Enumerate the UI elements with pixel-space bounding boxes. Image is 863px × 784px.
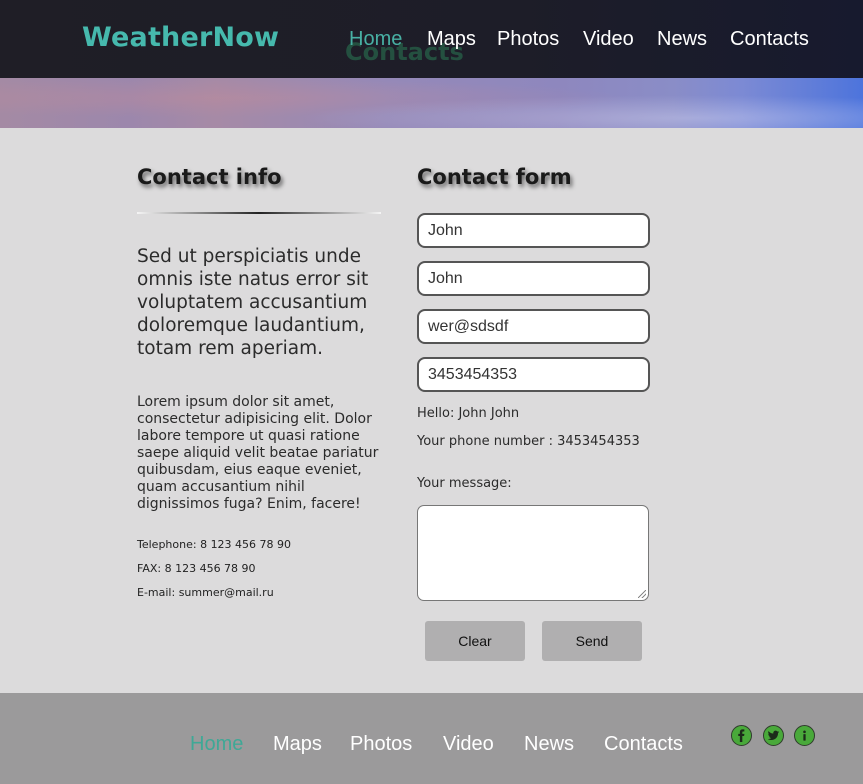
- telephone-text: Telephone: 8 123 456 78 90: [137, 538, 292, 551]
- site-footer: Home Maps Photos Video News Contacts: [0, 693, 863, 784]
- twitter-icon[interactable]: [763, 725, 784, 746]
- contact-form-heading: Contact form: [417, 165, 572, 189]
- resize-handle-icon[interactable]: [638, 590, 646, 598]
- facebook-icon[interactable]: [731, 725, 752, 746]
- clear-button[interactable]: Clear: [425, 621, 525, 661]
- footer-nav-photos[interactable]: Photos: [350, 733, 412, 756]
- heading-divider: [137, 212, 381, 214]
- contact-info-lead: Sed ut perspiciatis unde omnis iste natu…: [137, 246, 369, 359]
- site-header: Contacts WeatherNow Home Maps Photos Vid…: [0, 0, 863, 78]
- last-name-input[interactable]: John: [417, 261, 650, 296]
- main-nav: Home Maps Photos Video News Contacts: [0, 28, 863, 54]
- contact-info-body: Lorem ipsum dolor sit amet, consectetur …: [137, 394, 379, 512]
- email-text: E-mail: summer@mail.ru: [137, 586, 274, 599]
- nav-video[interactable]: Video: [583, 28, 634, 51]
- fax-text: FAX: 8 123 456 78 90: [137, 562, 256, 575]
- greeting-text: Hello: John John: [417, 406, 520, 421]
- phone-input[interactable]: 3453454353: [417, 357, 650, 392]
- nav-maps[interactable]: Maps: [427, 28, 476, 51]
- footer-nav-video[interactable]: Video: [443, 733, 494, 756]
- message-textarea[interactable]: [417, 505, 649, 601]
- nav-photos[interactable]: Photos: [497, 28, 559, 51]
- first-name-input[interactable]: John: [417, 213, 650, 248]
- footer-nav-maps[interactable]: Maps: [273, 733, 322, 756]
- nav-news[interactable]: News: [657, 28, 707, 51]
- footer-nav-home[interactable]: Home: [190, 733, 243, 756]
- info-icon[interactable]: [794, 725, 815, 746]
- nav-home[interactable]: Home: [349, 28, 402, 51]
- hero-banner: [0, 78, 863, 128]
- message-label: Your message:: [417, 476, 512, 491]
- footer-nav-contacts[interactable]: Contacts: [604, 733, 683, 756]
- footer-nav-news[interactable]: News: [524, 733, 574, 756]
- contact-info-heading: Contact info: [137, 165, 282, 189]
- phone-echo-text: Your phone number : 3453454353: [417, 434, 640, 449]
- send-button[interactable]: Send: [542, 621, 642, 661]
- email-input[interactable]: wer@sdsdf: [417, 309, 650, 344]
- nav-contacts[interactable]: Contacts: [730, 28, 809, 51]
